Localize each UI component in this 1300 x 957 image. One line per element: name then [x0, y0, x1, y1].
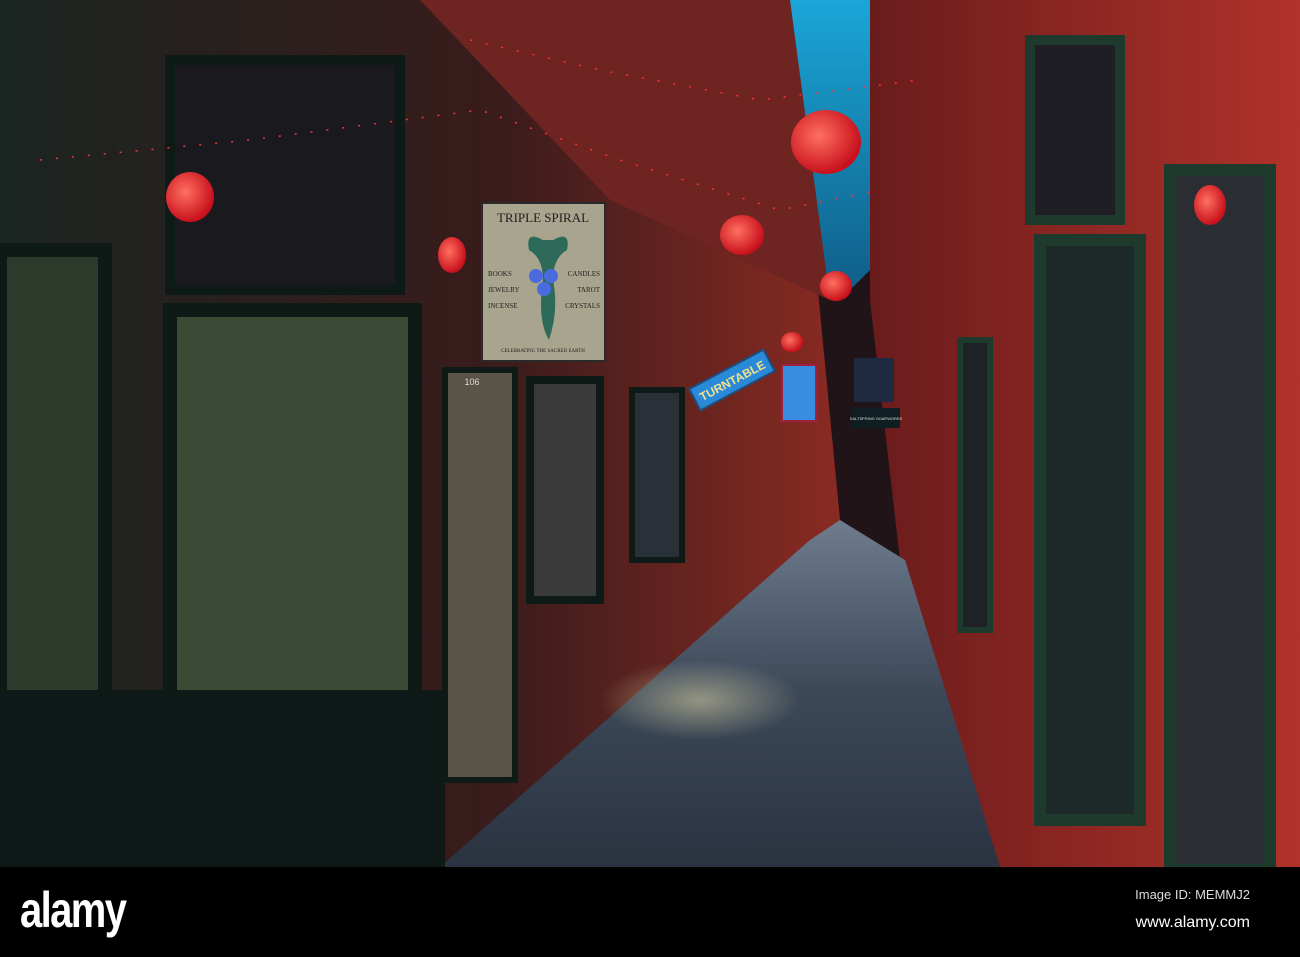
shop-window [526, 376, 604, 604]
window [1034, 234, 1146, 826]
sign-text: JEWELRY [488, 286, 520, 294]
lantern [820, 271, 852, 301]
light-spot [600, 660, 800, 740]
lantern [166, 172, 214, 222]
hanging-sign [854, 358, 894, 402]
shop-window [163, 303, 422, 757]
lantern [438, 237, 466, 273]
shop-window [165, 55, 405, 295]
photo-shape [537, 282, 551, 296]
alley-photo: TRIPLE SPIRAL BOOKS JEWELRY INCENSE CAND… [0, 0, 1300, 867]
window [1025, 35, 1125, 225]
photo-shape [544, 269, 558, 283]
site-url: www.alamy.com [1135, 914, 1250, 931]
shop-door [442, 367, 518, 783]
triple-spiral-sign: TRIPLE SPIRAL BOOKS JEWELRY INCENSE CAND… [481, 202, 606, 362]
window [1164, 164, 1276, 867]
image-id: Image ID: MEMMJ2 [1135, 887, 1250, 902]
stock-photo: TRIPLE SPIRAL BOOKS JEWELRY INCENSE CAND… [0, 0, 1300, 957]
sign-text: SALTSPRING SOAPWORKS [850, 416, 903, 421]
watermark-footer: alamy Image ID: MEMMJ2 www.alamy.com [0, 867, 1300, 957]
sign-text: BOOKS [488, 270, 512, 278]
sign-text: CRYSTALS [565, 302, 600, 310]
lantern [1194, 185, 1226, 225]
lantern [791, 110, 861, 174]
photo-shape [529, 269, 543, 283]
sign-text: INCENSE [488, 302, 518, 310]
sign-text: CELEBRATING THE SACRED EARTH [501, 349, 585, 354]
window [957, 337, 993, 633]
door-number: 106 [464, 377, 479, 387]
sign-title: TRIPLE SPIRAL [497, 210, 589, 225]
sign-text: CANDLES [568, 270, 600, 278]
shop-awning-base [0, 690, 445, 867]
sign-text: TAROT [577, 286, 600, 294]
lantern [720, 215, 764, 255]
shop-window [629, 387, 685, 563]
lantern [781, 332, 803, 352]
alamy-logo: alamy [20, 882, 127, 938]
hanging-sign [781, 364, 817, 422]
